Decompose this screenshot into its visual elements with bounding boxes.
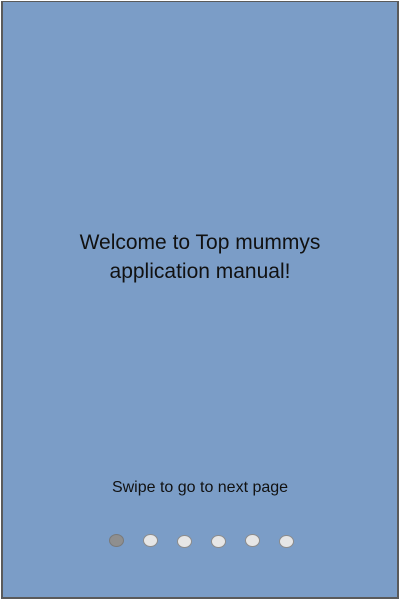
welcome-heading: Welcome to Top mummys application manual… [3,228,397,286]
welcome-screen[interactable]: Welcome to Top mummys application manual… [1,1,399,599]
swipe-hint: Swipe to go to next page [111,479,289,496]
page-indicator[interactable] [3,532,397,550]
welcome-line-1: Welcome to Top mummys [79,231,321,254]
page-dot-3[interactable] [177,535,192,548]
page-dot-2[interactable] [143,534,158,547]
page-dot-4[interactable] [211,535,226,548]
welcome-line-2: application manual! [109,260,291,283]
page-dot-6[interactable] [279,535,294,548]
page-dot-5[interactable] [245,534,260,547]
page-dot-1[interactable] [109,534,124,547]
